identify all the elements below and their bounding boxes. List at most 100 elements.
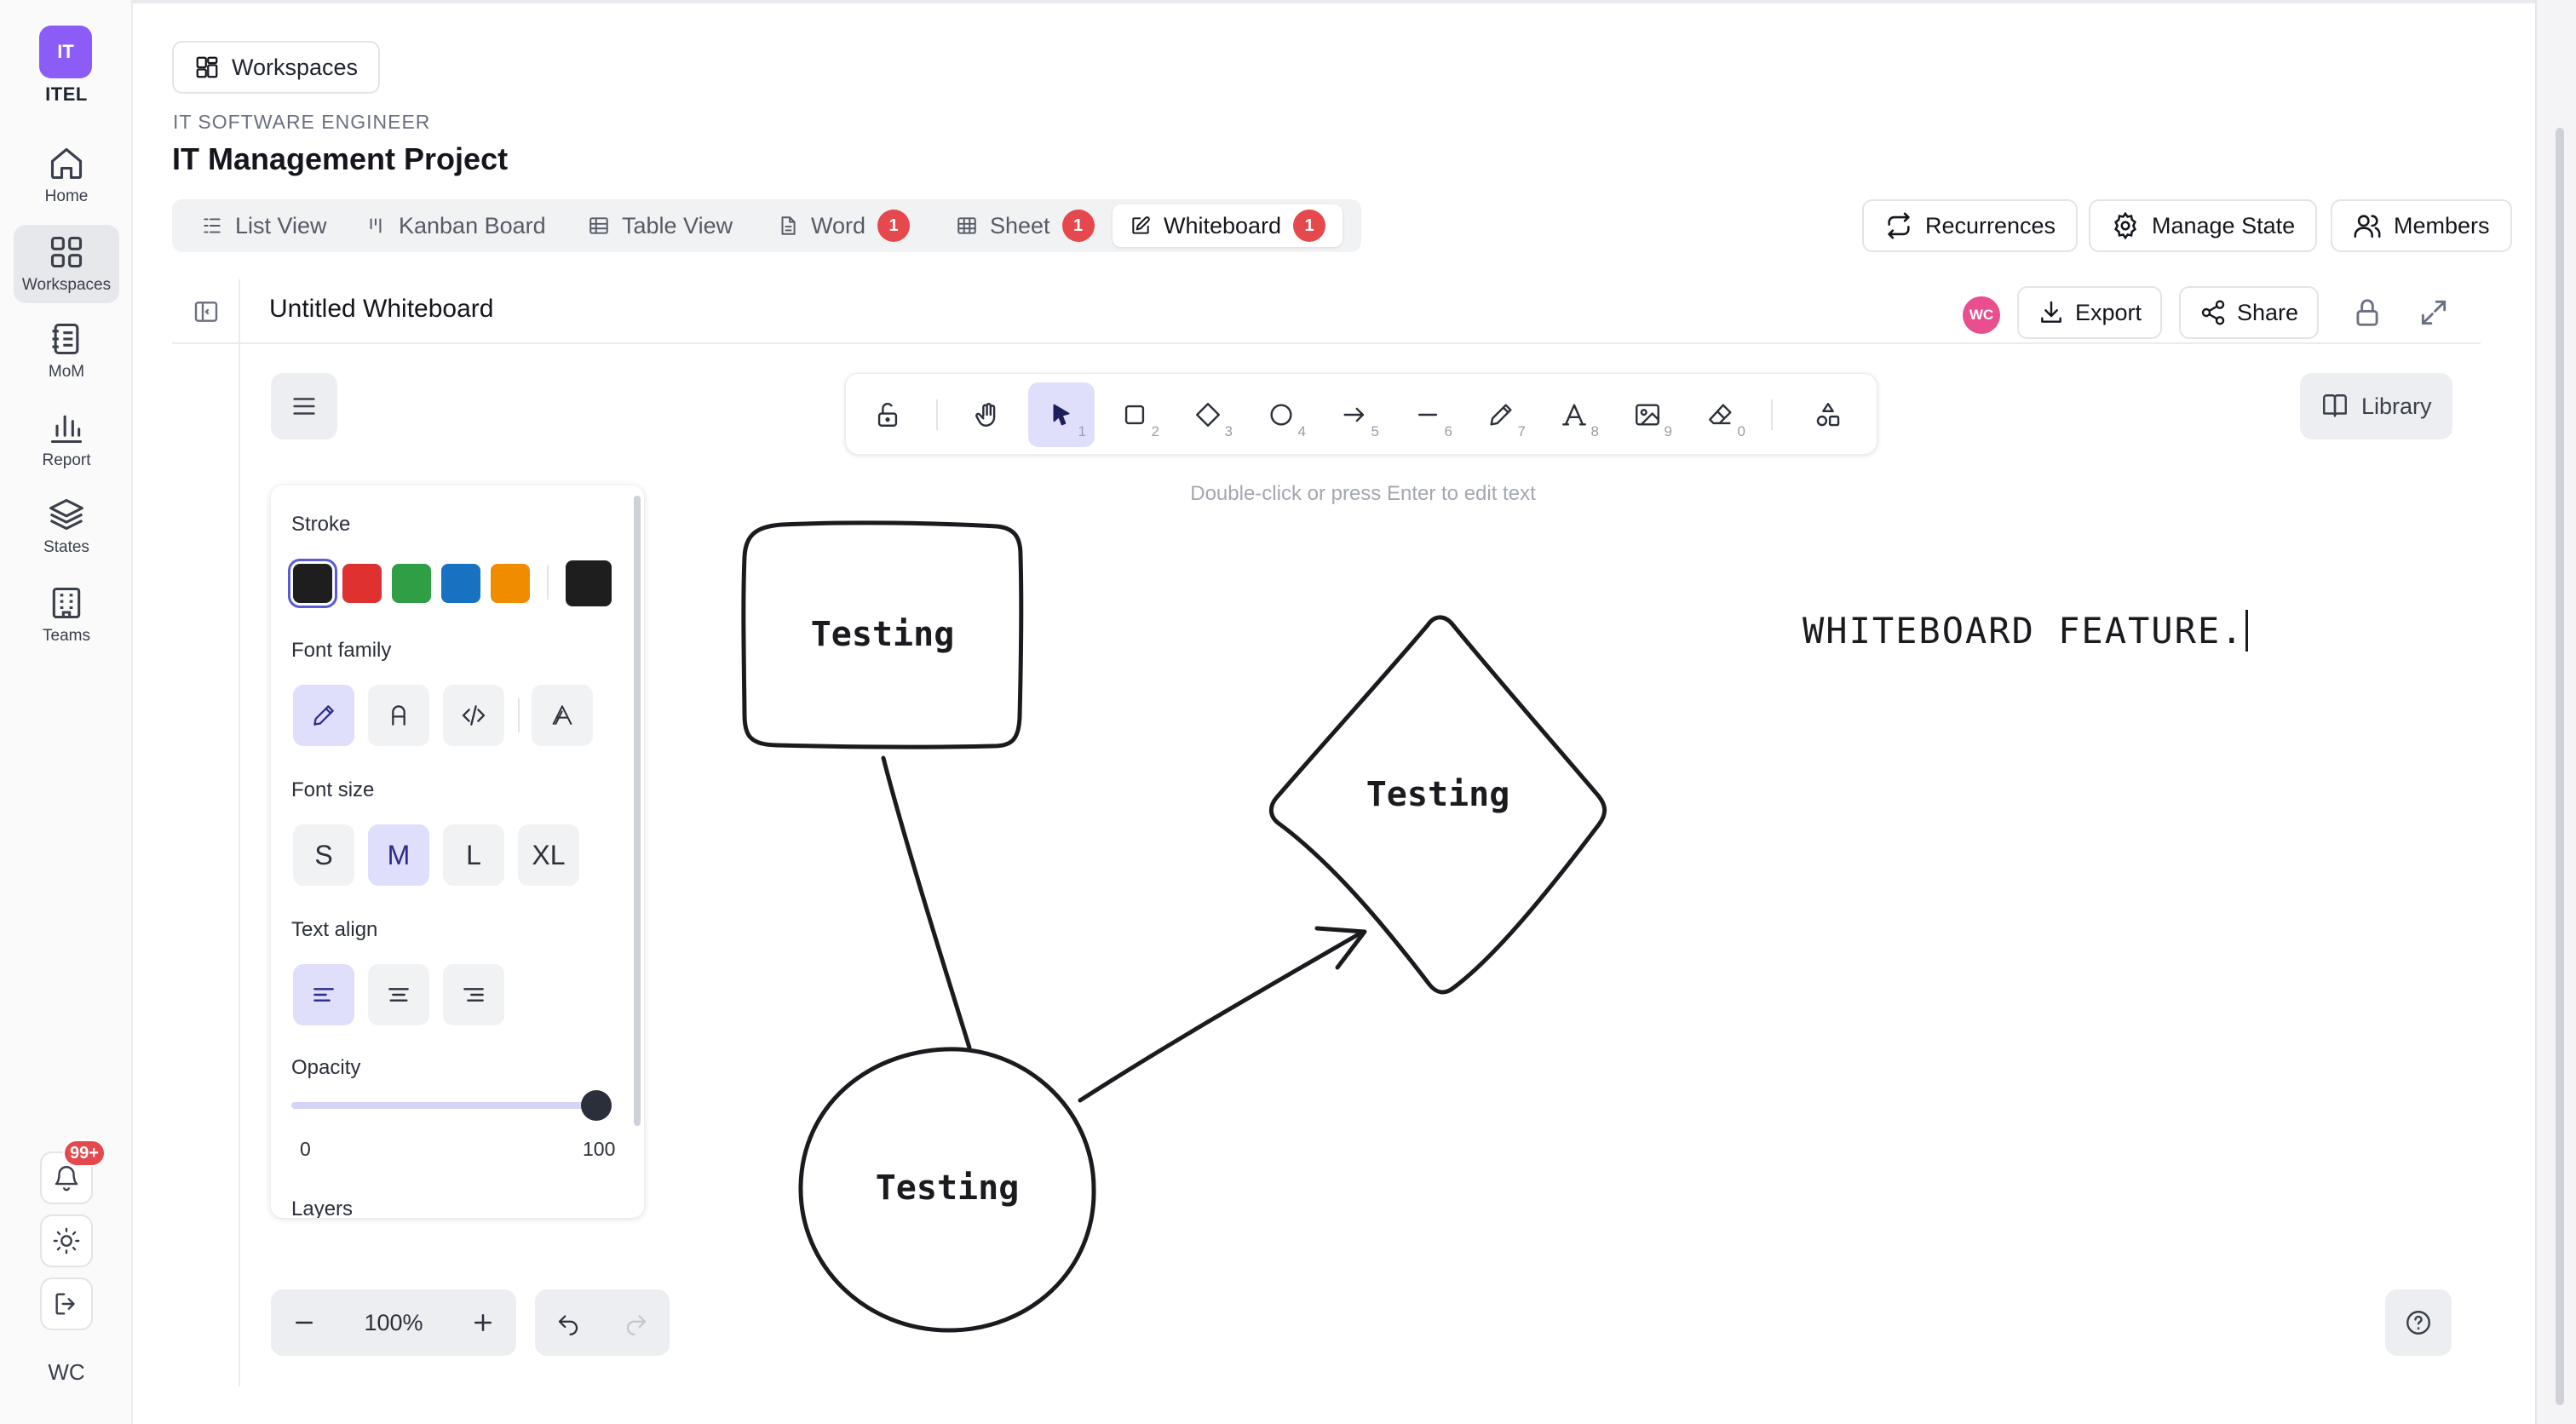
tab-list-view[interactable]: List View <box>184 204 344 247</box>
redo-icon <box>626 1315 647 1335</box>
stroke-label: Stroke <box>291 513 351 536</box>
nav-item-home[interactable]: Home <box>14 136 119 215</box>
tab-whiteboard[interactable]: Whiteboard 1 <box>1113 204 1343 247</box>
properties-panel: Stroke Font family Font size S M L XL Te… <box>271 485 644 1218</box>
bell-icon <box>55 1166 78 1191</box>
repeat-icon <box>1888 212 1910 239</box>
tool-draw[interactable]: 7 <box>1468 382 1534 447</box>
tool-selection[interactable]: 1 <box>1028 382 1095 447</box>
nav-label: Workspaces <box>21 276 112 294</box>
tool-shortcut: 4 <box>1297 423 1306 439</box>
rectangle-text[interactable]: Testing <box>745 615 1021 654</box>
opacity-slider-track[interactable] <box>291 1102 607 1109</box>
stroke-color-swatch[interactable] <box>491 564 530 603</box>
nav-item-report[interactable]: Report <box>14 400 119 479</box>
font-normal-button[interactable] <box>368 685 429 746</box>
user-avatar[interactable]: WC <box>0 1359 133 1386</box>
workspaces-button[interactable]: Workspaces <box>172 41 381 94</box>
share-button[interactable]: Share <box>2179 286 2320 339</box>
diamond-icon <box>1196 403 1220 427</box>
panel-scrollbar[interactable] <box>634 496 641 1126</box>
stroke-color-swatch[interactable] <box>441 564 480 603</box>
kanban-icon <box>370 218 382 233</box>
image-icon <box>1636 404 1659 426</box>
gear-icon <box>2114 211 2136 240</box>
zoom-level[interactable]: 100% <box>337 1289 450 1356</box>
font-more-button[interactable] <box>532 685 593 746</box>
circle-text[interactable]: Testing <box>801 1168 1094 1208</box>
tool-shortcut: 0 <box>1737 423 1745 439</box>
zoom-out-button[interactable] <box>271 1289 337 1356</box>
manage-state-button[interactable]: Manage State <box>2089 199 2318 252</box>
nav-item-states[interactable]: States <box>14 487 119 566</box>
manage-state-label: Manage State <box>2152 212 2296 238</box>
main-menu-button[interactable] <box>271 373 337 439</box>
nav-item-teams[interactable]: Teams <box>14 576 119 654</box>
tab-word[interactable]: Word 1 <box>760 204 927 247</box>
current-stroke-color[interactable] <box>566 560 612 606</box>
window-scrollbar[interactable] <box>2556 128 2564 1405</box>
font-size-m[interactable]: M <box>368 824 429 886</box>
list-icon <box>204 218 221 233</box>
tool-rectangle[interactable]: 2 <box>1101 382 1168 447</box>
align-center-button[interactable] <box>368 964 429 1025</box>
tool-image[interactable]: 9 <box>1614 382 1681 447</box>
tool-hand[interactable] <box>955 382 1021 447</box>
org-badge[interactable]: IT <box>39 26 92 78</box>
font-code-button[interactable] <box>443 685 504 746</box>
export-button[interactable]: Export <box>2017 286 2163 339</box>
theme-toggle-button[interactable] <box>40 1214 93 1267</box>
tool-lock[interactable] <box>854 382 921 447</box>
tool-text[interactable]: 8 <box>1541 382 1607 447</box>
layers-label: Layers <box>291 1197 354 1218</box>
opacity-slider-handle[interactable] <box>581 1090 612 1121</box>
diamond-text[interactable]: Testing <box>1269 775 1607 814</box>
unlock-icon <box>877 402 898 427</box>
nav-label: MoM <box>48 363 85 381</box>
tab-table-view[interactable]: Table View <box>571 204 750 247</box>
undo-button[interactable] <box>535 1289 601 1356</box>
book-icon <box>2323 394 2347 417</box>
stroke-color-swatch[interactable] <box>342 564 382 603</box>
tool-shortcut: 5 <box>1371 423 1379 439</box>
tool-ellipse[interactable]: 4 <box>1248 382 1314 447</box>
tool-arrow[interactable]: 5 <box>1321 382 1388 447</box>
sidebar-toggle-icon[interactable] <box>193 298 220 325</box>
library-button[interactable]: Library <box>2300 373 2452 439</box>
tab-sheet[interactable]: Sheet 1 <box>939 204 1112 247</box>
redo-button[interactable] <box>603 1289 670 1356</box>
tool-diamond[interactable]: 3 <box>1175 382 1241 447</box>
stroke-color-swatch[interactable] <box>392 564 431 603</box>
align-left-button[interactable] <box>293 964 354 1025</box>
free-text-element[interactable]: WHITEBOARD FEATURE. <box>1803 610 2249 652</box>
tab-kanban-board[interactable]: Kanban Board <box>348 204 563 247</box>
collaborator-avatar: WC <box>1963 296 2000 334</box>
font-size-xl[interactable]: XL <box>518 824 579 886</box>
tool-line[interactable]: 6 <box>1394 382 1461 447</box>
nav-item-workspaces[interactable]: Workspaces <box>14 225 119 303</box>
hand-icon <box>975 403 996 427</box>
lock-icon[interactable] <box>2351 296 2383 329</box>
tool-shortcut: 1 <box>1078 423 1086 439</box>
whiteboard-title[interactable]: Untitled Whiteboard <box>269 295 493 324</box>
panel-separator <box>547 566 549 600</box>
tool-eraser[interactable]: 0 <box>1688 382 1754 447</box>
logout-button[interactable] <box>40 1278 93 1330</box>
square-icon <box>1124 405 1145 425</box>
members-button[interactable]: Members <box>2331 199 2512 252</box>
zoom-in-button[interactable] <box>450 1289 516 1356</box>
stroke-color-swatch[interactable] <box>288 559 337 608</box>
align-right-button[interactable] <box>443 964 504 1025</box>
help-button[interactable] <box>2385 1289 2452 1356</box>
eraser-icon <box>1709 404 1732 425</box>
tool-more-shapes[interactable] <box>1795 382 1861 447</box>
font-hand-drawn-button[interactable] <box>293 685 354 746</box>
recurrences-button[interactable]: Recurrences <box>1862 199 2079 252</box>
tab-label: List View <box>235 212 327 238</box>
nav-item-mom[interactable]: MoM <box>14 312 119 390</box>
fullscreen-icon[interactable] <box>2418 296 2450 329</box>
font-size-l[interactable]: L <box>443 824 504 886</box>
font-size-s[interactable]: S <box>293 824 354 886</box>
text-align-label: Text align <box>291 918 378 941</box>
tool-shortcut: 6 <box>1444 423 1452 439</box>
